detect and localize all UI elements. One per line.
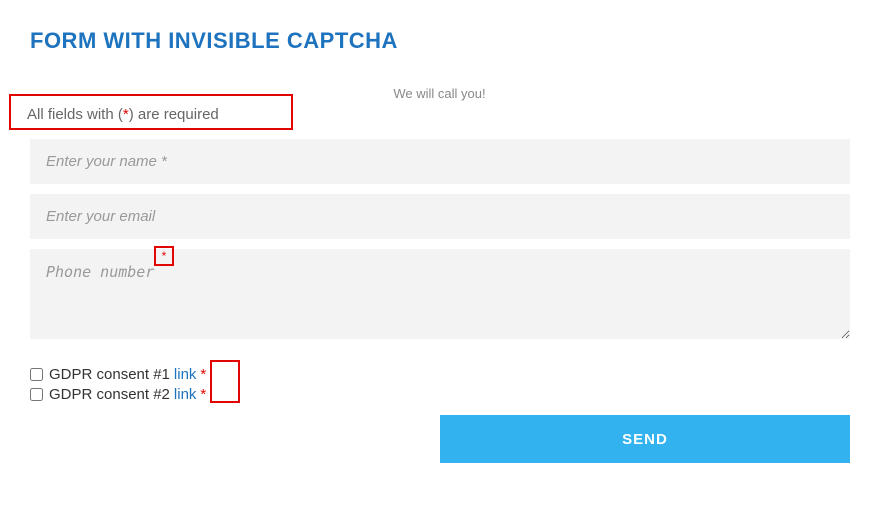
- send-button[interactable]: SEND: [440, 415, 850, 463]
- consent-required-2: *: [200, 386, 206, 403]
- name-input[interactable]: [30, 139, 850, 184]
- consent-required-highlight: [210, 360, 240, 403]
- consent-label-1: GDPR consent #1: [49, 366, 170, 383]
- page-title: FORM WITH INVISIBLE CAPTCHA: [0, 0, 879, 54]
- required-note-suffix: ) are required: [129, 106, 219, 123]
- phone-field-wrap: *: [30, 249, 850, 354]
- consent-required-1: *: [200, 366, 206, 383]
- required-fields-note: All fields with ( * ) are required: [9, 94, 293, 130]
- consent-checkbox-2[interactable]: [30, 388, 43, 401]
- consent-row-1: GDPR consent #1 link *: [30, 364, 206, 384]
- form-area: *: [30, 139, 850, 354]
- consent-checkbox-1[interactable]: [30, 368, 43, 381]
- consent-link-1[interactable]: link: [174, 366, 197, 383]
- email-input[interactable]: [30, 194, 850, 239]
- required-note-prefix: All fields with (: [27, 106, 123, 123]
- phone-input[interactable]: [30, 249, 850, 339]
- consent-link-2[interactable]: link: [174, 386, 197, 403]
- consent-row-2: GDPR consent #2 link *: [30, 384, 206, 404]
- consent-group: GDPR consent #1 link * GDPR consent #2 l…: [30, 364, 206, 404]
- consent-label-2: GDPR consent #2: [49, 386, 170, 403]
